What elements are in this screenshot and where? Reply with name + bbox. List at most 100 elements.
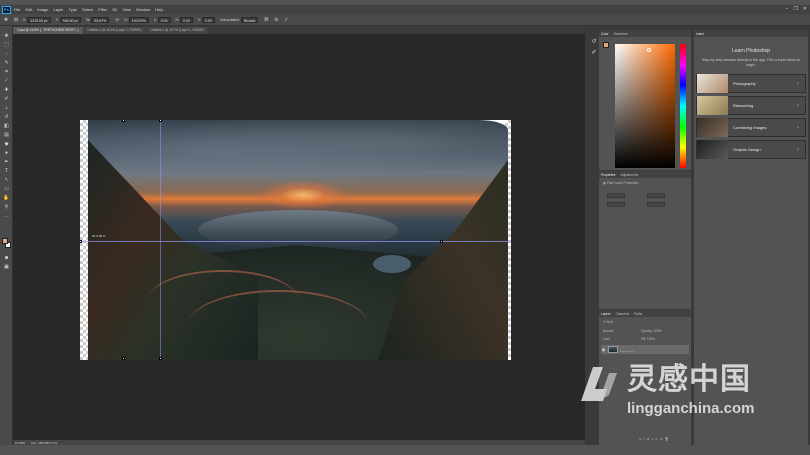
eyedropper-tool-icon[interactable]: ⁄ [2,77,11,84]
tab-color[interactable]: Color [601,32,609,36]
hskew-input[interactable]: 0.00 [180,16,193,23]
link-icon[interactable]: ∞ [114,17,120,23]
learn-item-photography[interactable]: Photography › [696,74,806,93]
tab-document-1[interactable]: 2.psd @ 16.6% (...TRETHCHING RIGHT...) [13,27,83,34]
eraser-tool-icon[interactable]: ◧ [2,122,11,129]
menu-image[interactable]: Image [37,7,48,12]
eye-icon[interactable]: ◉ [601,347,606,352]
minimize-button[interactable]: – [786,6,789,12]
layer-name[interactable]: ___ ____ [620,348,633,352]
blend-mode-select[interactable]: Normal [603,329,613,333]
shape-tool-icon[interactable]: ▭ [2,185,11,192]
tab-properties[interactable]: Properties [601,173,616,177]
tab-document-3[interactable]: Untitled-2 @ 16.7% (Layer 1, RGB/8*) [146,27,209,34]
interpolation-select[interactable]: Bicubic [241,16,259,23]
trash-icon[interactable]: 🗑 [665,437,671,441]
cancel-transform-icon[interactable]: ⊘ [273,17,279,23]
quick-select-tool-icon[interactable]: ✎ [2,59,11,66]
tab-document-2[interactable]: Untitled-1 @ 16.6% (Layer 1, RGB/8*) [83,27,146,34]
fill-control[interactable]: Fill: 100% [641,337,655,341]
transform-tool-icon[interactable]: ✥ [3,17,9,23]
history-panel-icon[interactable]: ↺ [590,38,598,46]
menu-window[interactable]: Window [136,7,150,12]
brush-tool-icon[interactable]: ✐ [2,95,11,102]
document-canvas[interactable]: W: 0.00 in [80,120,511,360]
hand-tool-icon[interactable]: ✋ [2,194,11,201]
options-bar: ✥ ⊞ X: 1210.00 px Y: 940.00 px W: 93.67% ∞ … [0,14,810,26]
transform-handle[interactable] [440,240,443,243]
opacity-control[interactable]: Opacity: 100% [641,329,662,333]
learn-item-graphic-design[interactable]: Graphic Design › [696,140,806,159]
clone-stamp-tool-icon[interactable]: ⊥ [2,104,11,111]
type-tool-icon[interactable]: T [2,167,11,174]
transform-handle[interactable] [80,240,82,243]
move-tool-icon[interactable]: ✥ [2,32,11,39]
history-brush-tool-icon[interactable]: ↺ [2,113,11,120]
canvas-workspace[interactable]: W: 0.00 in [13,34,585,440]
menu-view[interactable]: View [122,7,131,12]
document-tabs: 2.psd @ 16.6% (...TRETHCHING RIGHT...) U… [13,26,585,34]
healing-brush-tool-icon[interactable]: ✚ [2,86,11,93]
tab-swatches[interactable]: Swatches [614,32,628,36]
transform-handle[interactable] [159,357,162,360]
zoom-tool-icon[interactable]: ⚲ [2,203,11,210]
transform-handle[interactable] [159,120,162,122]
dodge-tool-icon[interactable]: ● [2,149,11,156]
screen-mode-icon[interactable]: ▣ [2,263,11,270]
vertical-guide[interactable] [160,120,161,360]
tab-learn[interactable]: Learn [696,32,704,36]
height-input[interactable]: 100.00% [128,16,149,23]
color-saturation-field[interactable] [615,44,675,168]
layer-filter-kind[interactable]: ⚲ Kind [603,320,613,324]
transform-handle[interactable] [122,357,125,360]
brush-panel-icon[interactable]: ✐ [590,49,598,57]
color-panel-foreground-swatch[interactable] [603,42,609,48]
menu-select[interactable]: Select [82,7,93,12]
warp-icon[interactable]: ⌘ [263,17,269,23]
gradient-tool-icon[interactable]: ▤ [2,131,11,138]
prop-x-field[interactable] [607,202,625,207]
x-input[interactable]: 1210.00 px [27,16,51,23]
blur-tool-icon[interactable]: ◆ [2,140,11,147]
menu-3d[interactable]: 3D [112,7,117,12]
menu-filter[interactable]: Filter [98,7,107,12]
color-picker-cursor[interactable] [647,48,651,52]
interpolation-option: Interpolation: Bicubic [220,16,259,23]
hue-slider[interactable] [680,44,686,168]
zoom-level[interactable]: 16.68% [15,441,25,445]
vskew-input[interactable]: 0.00 [202,16,215,23]
path-select-tool-icon[interactable]: ↖ [2,176,11,183]
menu-layer[interactable]: Layer [53,7,63,12]
width-input[interactable]: 93.67% [91,16,110,23]
marquee-tool-icon[interactable]: ⬚ [2,41,11,48]
prop-width-field[interactable] [607,193,625,198]
learn-item-combining-images[interactable]: Combining Images › [696,118,806,137]
prop-height-field[interactable] [647,193,665,198]
y-input[interactable]: 940.00 px [59,16,82,23]
reference-point-icon[interactable]: ⊞ [13,17,19,23]
lock-controls[interactable]: Lock: [603,337,611,341]
tab-adjustments[interactable]: Adjustments [621,173,639,177]
quick-mask-icon[interactable]: ◙ [2,254,11,261]
prop-y-field[interactable] [647,202,665,207]
tab-paths[interactable]: Paths [634,312,642,316]
crop-tool-icon[interactable]: ⌗ [2,68,11,75]
horizontal-guide[interactable] [80,241,511,242]
menu-type[interactable]: Type [69,7,78,12]
commit-transform-icon[interactable]: ✓ [283,17,289,23]
more-tools-icon[interactable]: … [2,212,11,219]
tab-layers[interactable]: Layers [601,312,611,316]
foreground-color-swatch[interactable] [2,238,8,244]
document-size[interactable]: Doc: 282.8M/1.37G [31,441,57,445]
restore-button[interactable]: ❐ [793,6,797,12]
menu-help[interactable]: Help [155,7,163,12]
tab-channels[interactable]: Channels [616,312,629,316]
lasso-tool-icon[interactable]: ◌ [2,50,11,57]
menu-file[interactable]: File [14,7,20,12]
angle-input[interactable]: 0.00 [157,16,171,23]
menu-edit[interactable]: Edit [25,7,32,12]
transform-handle[interactable] [122,120,125,122]
close-button[interactable]: ✕ [803,6,807,12]
learn-item-retouching[interactable]: Retouching › [696,96,806,115]
pen-tool-icon[interactable]: ✒ [2,158,11,165]
